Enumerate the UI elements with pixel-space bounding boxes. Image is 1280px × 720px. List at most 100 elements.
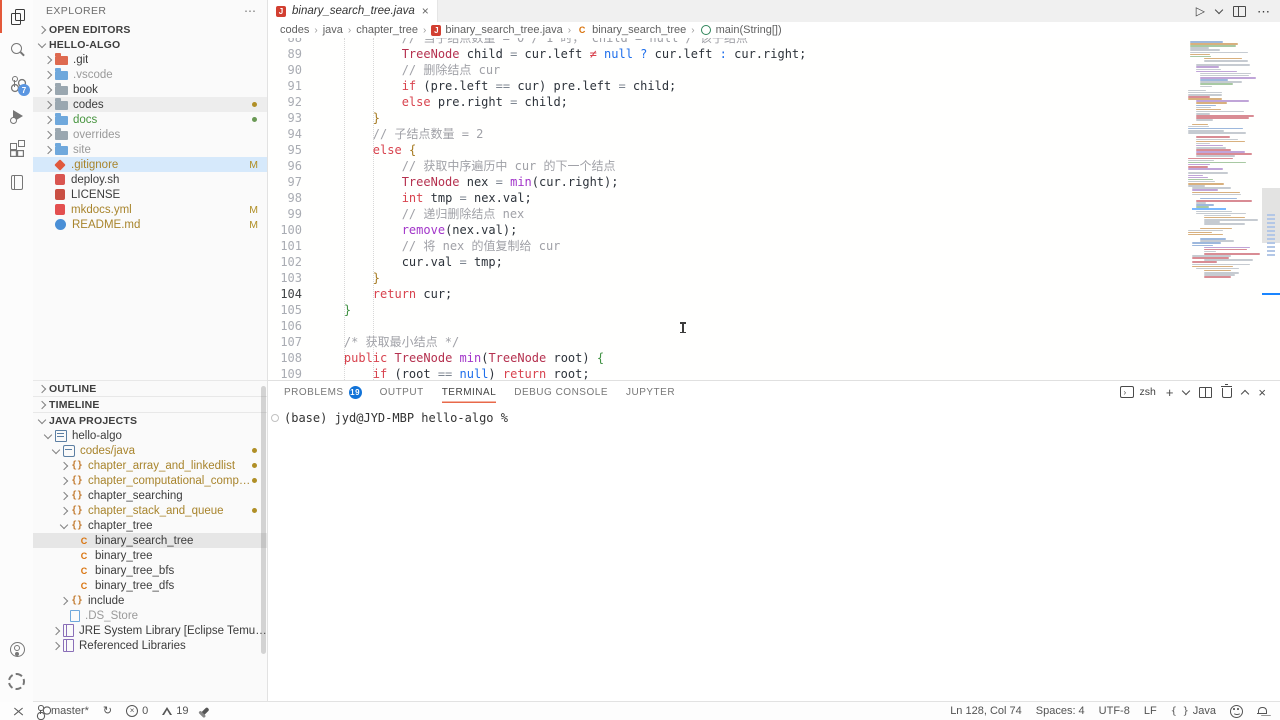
split-editor-icon[interactable] bbox=[1233, 6, 1246, 17]
status-ln-128-col-74[interactable]: Ln 128, Col 74 bbox=[944, 702, 1028, 720]
panel-tab-output[interactable]: OUTPUT bbox=[380, 381, 424, 403]
chevron-down-icon[interactable] bbox=[52, 445, 60, 453]
code-line-98[interactable]: 98 int tmp = nex.val; bbox=[268, 190, 1186, 206]
tree-item-include[interactable]: {}include bbox=[33, 593, 267, 608]
code-line-89[interactable]: 89 TreeNode child = cur.left ≠ null ? cu… bbox=[268, 46, 1186, 62]
status-utf-8[interactable]: UTF-8 bbox=[1093, 702, 1136, 720]
tree-item-binary-search-tree[interactable]: Cbinary_search_tree bbox=[33, 533, 267, 548]
terminal-dropdown-icon[interactable] bbox=[1182, 387, 1190, 395]
run-debug-icon[interactable] bbox=[0, 99, 33, 132]
java-projects-header[interactable]: JAVA PROJECTS bbox=[33, 412, 267, 428]
terminal[interactable]: (base) jyd@JYD-MBP hello-algo % bbox=[268, 403, 1280, 425]
chevron-right-icon[interactable] bbox=[44, 100, 52, 108]
tree-item-hello-algo[interactable]: hello-algo bbox=[33, 428, 267, 443]
overview-ruler[interactable] bbox=[1262, 38, 1280, 380]
terminal-icon[interactable] bbox=[1120, 386, 1134, 398]
code-line-96[interactable]: 96 // 获取中序遍历中 cur 的下一个结点 bbox=[268, 158, 1186, 174]
tab-binary-search-tree[interactable]: J binary_search_tree.java × bbox=[268, 0, 438, 22]
code-line-93[interactable]: 93 } bbox=[268, 110, 1186, 126]
tree-item-codes[interactable]: codes bbox=[33, 97, 267, 112]
breadcrumb-binary-search-tree[interactable]: Cbinary_search_tree bbox=[576, 24, 686, 36]
chevron-right-icon[interactable] bbox=[44, 85, 52, 93]
account-icon[interactable] bbox=[0, 632, 33, 665]
chevron-right-icon[interactable] bbox=[52, 626, 60, 634]
chevron-right-icon[interactable] bbox=[60, 506, 68, 514]
status-lf[interactable]: LF bbox=[1138, 702, 1163, 720]
tree-item-chapter-stack-and-queue[interactable]: {}chapter_stack_and_queue bbox=[33, 503, 267, 518]
new-terminal-icon[interactable]: + bbox=[1166, 385, 1174, 400]
chevron-right-icon[interactable] bbox=[44, 145, 52, 153]
chevron-down-icon[interactable] bbox=[44, 430, 52, 438]
code-line-105[interactable]: 105 } bbox=[268, 302, 1186, 318]
shell-name[interactable]: zsh bbox=[1139, 386, 1155, 398]
panel-tab-problems[interactable]: PROBLEMS19 bbox=[284, 381, 362, 403]
run-dropdown-icon[interactable] bbox=[1215, 6, 1223, 14]
tree-item-license[interactable]: LICENSE bbox=[33, 187, 267, 202]
status-spaces-4[interactable]: Spaces: 4 bbox=[1030, 702, 1091, 720]
tree-item-readme-md[interactable]: README.mdM bbox=[33, 217, 267, 232]
panel-tab-jupyter[interactable]: JUPYTER bbox=[626, 381, 675, 403]
tree-item-ds-store[interactable]: .DS_Store bbox=[33, 608, 267, 623]
code-line-95[interactable]: 95 else { bbox=[268, 142, 1186, 158]
code-editor[interactable]: 88 // 当子结点数量 = 0 / 1 时， child = null / 该… bbox=[268, 38, 1280, 380]
status-warning-icon[interactable]: 19 bbox=[156, 702, 194, 720]
sidebar-scrollbar[interactable] bbox=[261, 386, 266, 654]
chevron-right-icon[interactable] bbox=[60, 476, 68, 484]
tree-item-deploy-sh[interactable]: deploy.sh bbox=[33, 172, 267, 187]
tree-item-site[interactable]: site bbox=[33, 142, 267, 157]
status-bell-icon[interactable] bbox=[1251, 702, 1272, 720]
chevron-right-icon[interactable] bbox=[60, 461, 68, 469]
open-editors-header[interactable]: OPEN EDITORS bbox=[33, 22, 267, 37]
chevron-right-icon[interactable] bbox=[44, 130, 52, 138]
tree-item-jre-system-library-eclipse-temurin-17-17[interactable]: JRE System Library [Eclipse Temurin 17 [… bbox=[33, 623, 267, 638]
tree-item-chapter-computational-complexity[interactable]: {}chapter_computational_complexity bbox=[33, 473, 267, 488]
status-rocket-icon[interactable] bbox=[197, 702, 213, 720]
tree-item-binary-tree[interactable]: Cbinary_tree bbox=[33, 548, 267, 563]
tree-item-referenced-libraries[interactable]: Referenced Libraries bbox=[33, 638, 267, 653]
tree-item-codes-java[interactable]: codes/java bbox=[33, 443, 267, 458]
code-line-107[interactable]: 107 /* 获取最小结点 */ bbox=[268, 334, 1186, 350]
tree-item-overrides[interactable]: overrides bbox=[33, 127, 267, 142]
tree-item-docs[interactable]: docs bbox=[33, 112, 267, 127]
code-line-101[interactable]: 101 // 将 nex 的值复制给 cur bbox=[268, 238, 1186, 254]
panel-tab-terminal[interactable]: TERMINAL bbox=[442, 381, 497, 403]
breadcrumb-chapter-tree[interactable]: chapter_tree bbox=[356, 24, 418, 36]
chevron-right-icon[interactable] bbox=[60, 596, 68, 604]
editor-more-icon[interactable]: ⋯ bbox=[1257, 5, 1270, 18]
extensions-icon[interactable] bbox=[0, 132, 33, 165]
code-line-97[interactable]: 97 TreeNode nex = min(cur.right); bbox=[268, 174, 1186, 190]
close-panel-icon[interactable]: × bbox=[1258, 385, 1266, 400]
maximize-panel-icon[interactable] bbox=[1241, 389, 1249, 397]
breadcrumb-main-string[interactable]: main(String[]) bbox=[700, 24, 782, 36]
chevron-right-icon[interactable] bbox=[60, 491, 68, 499]
code-line-109[interactable]: 109 if (root == null) return root; bbox=[268, 366, 1186, 380]
code-line-100[interactable]: 100 remove(nex.val); bbox=[268, 222, 1186, 238]
status-feedback-icon[interactable] bbox=[1224, 702, 1249, 720]
timeline-header[interactable]: TIMELINE bbox=[33, 396, 267, 412]
settings-gear-icon[interactable] bbox=[0, 665, 33, 698]
code-line-94[interactable]: 94 // 子结点数量 = 2 bbox=[268, 126, 1186, 142]
code-line-103[interactable]: 103 } bbox=[268, 270, 1186, 286]
chevron-down-icon[interactable] bbox=[60, 520, 68, 528]
tree-item-vscode[interactable]: .vscode bbox=[33, 67, 267, 82]
panel-tab-debug-console[interactable]: DEBUG CONSOLE bbox=[514, 381, 608, 403]
minimap[interactable] bbox=[1186, 38, 1262, 380]
tree-item-chapter-tree[interactable]: {}chapter_tree bbox=[33, 518, 267, 533]
code-line-91[interactable]: 91 if (pre.left == cur) pre.left = child… bbox=[268, 78, 1186, 94]
tab-close-icon[interactable]: × bbox=[422, 4, 429, 18]
tree-item-git[interactable]: .git bbox=[33, 52, 267, 67]
kill-terminal-icon[interactable] bbox=[1222, 388, 1232, 398]
status-sync-icon[interactable]: ↻ bbox=[97, 702, 118, 720]
notebook-icon[interactable] bbox=[0, 165, 33, 198]
project-root-header[interactable]: HELLO-ALGO bbox=[33, 37, 267, 52]
breadcrumb-binary-search-tree-java[interactable]: Jbinary_search_tree.java bbox=[431, 24, 562, 36]
code-line-102[interactable]: 102 cur.val = tmp; bbox=[268, 254, 1186, 270]
breadcrumb-codes[interactable]: codes bbox=[280, 24, 309, 36]
tree-item-chapter-searching[interactable]: {}chapter_searching bbox=[33, 488, 267, 503]
split-terminal-icon[interactable] bbox=[1199, 387, 1212, 398]
source-control-icon[interactable]: 7 bbox=[0, 66, 33, 99]
tree-item-binary-tree-dfs[interactable]: Cbinary_tree_dfs bbox=[33, 578, 267, 593]
chevron-right-icon[interactable] bbox=[44, 55, 52, 63]
tree-item-chapter-array-and-linkedlist[interactable]: {}chapter_array_and_linkedlist bbox=[33, 458, 267, 473]
code-line-99[interactable]: 99 // 递归删除结点 nex bbox=[268, 206, 1186, 222]
